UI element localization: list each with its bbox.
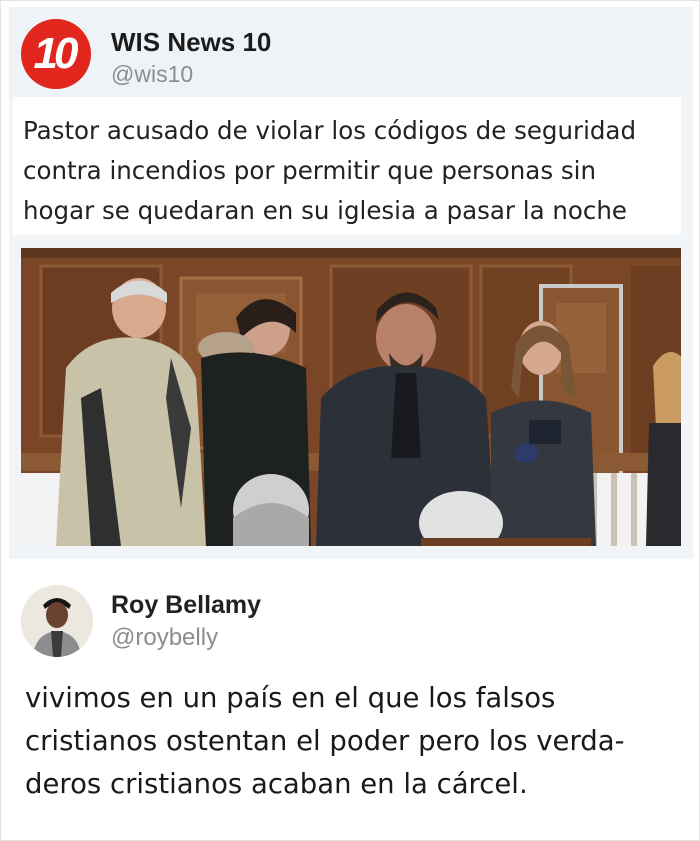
roy-bellamy-avatar[interactable] xyxy=(21,585,93,657)
quoted-tweet-wis[interactable]: 10 WIS News 10 @wis10 Pastor acusado de … xyxy=(9,7,693,559)
courtroom-photo-illustration xyxy=(21,248,681,546)
logo-text: 10 xyxy=(33,29,79,78)
tweet-header: 10 WIS News 10 @wis10 xyxy=(9,7,693,97)
news-photo[interactable] xyxy=(21,248,681,546)
display-name[interactable]: WIS News 10 xyxy=(111,27,271,58)
avatar-illustration xyxy=(21,585,93,657)
user-handle[interactable]: @roybelly xyxy=(111,624,218,652)
user-handle[interactable]: @wis10 xyxy=(111,61,193,88)
tweet-text: Pastor acusado de violar los códigos de … xyxy=(13,97,681,235)
tweet-text: vivimos en un país en el que los falsos … xyxy=(25,682,625,800)
wis-logo-avatar[interactable]: 10 xyxy=(21,19,91,89)
screenshot-card: 10 WIS News 10 @wis10 Pastor acusado de … xyxy=(0,0,700,841)
display-name[interactable]: Roy Bellamy xyxy=(111,591,261,620)
